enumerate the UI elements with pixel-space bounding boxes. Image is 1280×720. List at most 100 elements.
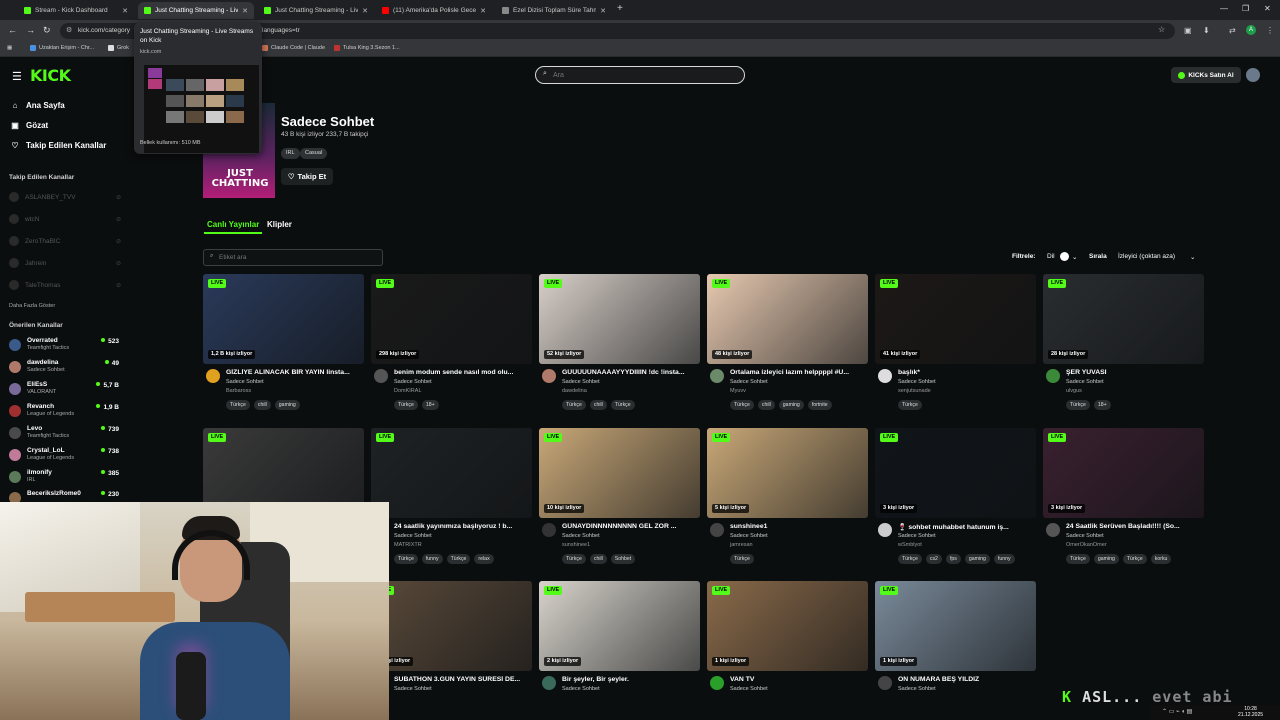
stream-title[interactable]: sunshinee1 <box>730 523 865 530</box>
browser-tab[interactable]: Just Chatting Streaming - Live ✕ <box>258 2 374 19</box>
stream-tag[interactable]: chill <box>253 400 271 410</box>
stream-card[interactable]: LIVE 1 kişi izliyor VAN TV Sadece Sohbet <box>707 581 868 720</box>
stream-category[interactable]: Sadece Sohbet <box>394 379 432 385</box>
stream-thumbnail[interactable]: LIVE 3 kişi izliyor <box>875 428 1036 518</box>
sort-dropdown[interactable]: İzleyici (çoktan aza) <box>1118 253 1175 260</box>
stream-title[interactable]: ON NUMARA BEŞ YILDIZ <box>898 676 1033 683</box>
close-icon[interactable]: ✕ <box>242 7 248 15</box>
tab-clips[interactable]: Klipler <box>267 220 292 229</box>
profile-avatar[interactable]: A <box>1246 25 1256 35</box>
stream-tag[interactable]: funny <box>993 554 1015 564</box>
followed-channel[interactable]: wtcN ⊘ <box>9 214 121 224</box>
stream-thumbnail[interactable]: LIVE 5 kişi izliyor <box>707 428 868 518</box>
stream-tag[interactable]: Türkçe <box>394 400 418 410</box>
chevron-down-icon[interactable]: ⌄ <box>1190 253 1195 261</box>
channel-avatar[interactable] <box>1046 369 1060 383</box>
nav-following[interactable]: ♡ Takip Edilen Kanallar <box>10 141 106 150</box>
channel-name[interactable]: Barbaross <box>226 388 251 394</box>
tab-live-streams[interactable]: Canlı Yayınlar <box>207 220 259 229</box>
stream-thumbnail[interactable]: LIVE <box>371 428 532 518</box>
stream-title[interactable]: 🍷 sohbet muhabbet hatunum iş... <box>898 523 1033 531</box>
stream-tag[interactable]: 18+ <box>1093 400 1111 410</box>
channel-avatar[interactable] <box>878 369 892 383</box>
stream-category[interactable]: Sadece Sohbet <box>730 533 768 539</box>
stream-tag[interactable]: gaming <box>1093 554 1119 564</box>
stream-thumbnail[interactable]: LIVE 1 kişi izliyor <box>707 581 868 671</box>
channel-avatar[interactable] <box>710 676 724 690</box>
nav-home[interactable]: ⌂ Ana Sayfa <box>10 101 65 110</box>
recommended-channel[interactable]: Overrated Teamfight Tactics 523 <box>9 337 121 355</box>
follow-button[interactable]: ♡ Takip Et <box>281 168 333 185</box>
reload-icon[interactable]: ↻ <box>43 25 51 36</box>
channel-avatar[interactable] <box>878 523 892 537</box>
buy-kicks-button[interactable]: KICKs Satın Al <box>1171 67 1241 83</box>
forward-icon[interactable]: → <box>26 25 35 35</box>
stream-category[interactable]: Sadece Sohbet <box>226 379 264 385</box>
stream-title[interactable]: 24 saatlik yayınımıza başlıyoruz ! b... <box>394 523 529 530</box>
stream-category[interactable]: Sadece Sohbet <box>730 379 768 385</box>
stream-thumbnail[interactable]: LIVE2 kişi izliyor <box>539 581 700 671</box>
stream-thumbnail[interactable]: LIVE 298 kişi izliyor <box>371 274 532 364</box>
stream-tag[interactable]: Türkçe <box>1066 400 1090 410</box>
channel-avatar[interactable] <box>542 369 556 383</box>
browser-tab-active[interactable]: Just Chatting Streaming - Live ✕ <box>138 2 254 19</box>
stream-tag[interactable]: Türkçe <box>226 400 250 410</box>
stream-tag[interactable]: relax <box>474 554 494 564</box>
stream-thumbnail[interactable]: LIVE 52 kişi izliyor <box>539 274 700 364</box>
menu-icon[interactable]: ⋮ <box>1266 26 1274 35</box>
clock[interactable]: 10:28 21.12.2025 <box>1238 706 1263 718</box>
stream-tag[interactable]: gaming <box>274 400 300 410</box>
stream-thumbnail[interactable]: LIVE 41 kişi izliyor <box>875 274 1036 364</box>
recommended-channel[interactable]: Revanch League of Legends 1,9 B <box>9 403 121 421</box>
translate-icon[interactable]: ⇄ <box>1229 26 1236 35</box>
channel-name[interactable]: Myuvv <box>730 388 746 394</box>
stream-tag[interactable]: Türkçe <box>898 554 922 564</box>
tray-icons[interactable]: ⌃ ▭ ⌁ ◖ ▤ <box>1162 708 1192 715</box>
stream-category[interactable]: Sadece Sohbet <box>1066 379 1104 385</box>
channel-avatar[interactable] <box>542 523 556 537</box>
stream-tag[interactable]: Türkçe <box>730 400 754 410</box>
stream-title[interactable]: başlık* <box>898 369 1033 376</box>
channel-name[interactable]: sunshinee1 <box>562 542 590 548</box>
followed-channel[interactable]: Jahrein ⊘ <box>9 258 121 268</box>
user-avatar[interactable] <box>1246 68 1260 82</box>
stream-thumbnail[interactable]: LIVE 48 kişi izliyor <box>707 274 868 364</box>
recommended-channel[interactable]: EliEsS VALORANT 5,7 B <box>9 381 121 399</box>
stream-tag[interactable]: 18+ <box>421 400 439 410</box>
channel-avatar[interactable] <box>374 369 388 383</box>
stream-card[interactable]: LIVE 3 kişi izliyor 🍷 sohbet muhabbet hatu… <box>875 428 1036 568</box>
apps-icon[interactable]: ▦ <box>7 45 12 51</box>
stream-tag[interactable]: Türkçe <box>1122 554 1147 564</box>
stream-card[interactable]: LIVE 298 kişi izliyor benim modum sende na… <box>371 274 532 414</box>
close-icon[interactable]: ✕ <box>480 7 486 15</box>
stream-card[interactable]: LIVE 41 kişi izliyor başlık* Sadece Sohbet s… <box>875 274 1036 414</box>
bookmark-item[interactable]: Uzaktan Erişim - Chr... <box>30 45 94 51</box>
channel-name[interactable]: jamresan <box>730 542 753 548</box>
close-icon[interactable]: ✕ <box>122 7 128 15</box>
stream-tag[interactable]: Türkçe <box>610 400 635 410</box>
channel-name[interactable]: MATRIXTR <box>394 542 422 548</box>
stream-tag[interactable]: chill <box>589 554 607 564</box>
stream-thumbnail[interactable]: LIVE2 kişi izliyor <box>371 581 532 671</box>
kick-logo[interactable]: KICK <box>30 66 71 85</box>
stream-category[interactable]: Sadece Sohbet <box>898 533 936 539</box>
channel-avatar[interactable] <box>878 676 892 690</box>
maximize-icon[interactable]: ❐ <box>1242 4 1249 13</box>
channel-name[interactable]: dawdelina <box>562 388 587 394</box>
new-tab-icon[interactable]: + <box>617 3 623 14</box>
bookmark-item[interactable]: Claude Code | Claude <box>262 45 325 51</box>
recommended-channel[interactable]: Crystal_LoL League of Legends 738 <box>9 447 121 465</box>
tag-search-input[interactable] <box>219 252 379 263</box>
stream-thumbnail[interactable]: LIVE 10 kişi izliyor <box>539 428 700 518</box>
nav-browse[interactable]: ▣ Gözat <box>10 121 48 130</box>
stream-card[interactable]: LIVE 48 kişi izliyor Ortalama izleyici laz… <box>707 274 868 414</box>
tag-search-box[interactable]: ⌕ <box>203 249 383 266</box>
stream-title[interactable]: Ortalama izleyici lazım helppppl #U... <box>730 369 865 376</box>
stream-tag[interactable]: Türkçe <box>446 554 471 564</box>
recommended-channel[interactable]: Levo Teamfight Tactics 739 <box>9 425 121 443</box>
stream-tag[interactable]: chill <box>589 400 607 410</box>
channel-name[interactable]: OmerOkanOmer <box>1066 542 1107 548</box>
stream-title[interactable]: GİZLİYE ALINACAK BİR YAYIN linsta... <box>226 369 361 376</box>
stream-category[interactable]: Sadece Sohbet <box>898 686 936 692</box>
search-bar[interactable]: ⌕ <box>535 66 745 84</box>
